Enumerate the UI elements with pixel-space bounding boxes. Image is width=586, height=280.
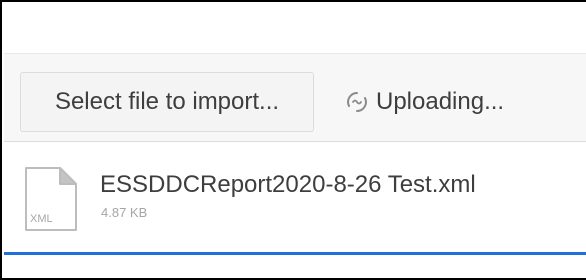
file-type-label: XML — [30, 213, 53, 225]
select-file-button-label: Select file to import... — [54, 88, 280, 115]
upload-progress-bar — [4, 252, 586, 255]
upload-toolbar: Select file to import... Uploading... — [4, 53, 586, 142]
file-list-item: XML ESSDDCReport2020-8-26 Test.xml 4.87 … — [4, 141, 586, 239]
upload-progress-fill — [4, 252, 586, 255]
upload-status: Uploading... — [344, 72, 504, 132]
upload-status-text: Uploading... — [376, 88, 505, 115]
select-file-button[interactable]: Select file to import... — [20, 72, 314, 132]
file-name: ESSDDCReport2020-8-26 Test.xml — [100, 171, 476, 198]
spinner-icon — [344, 89, 370, 115]
xml-file-icon: XML — [25, 167, 77, 231]
file-size: 4.87 KB — [101, 205, 148, 220]
upload-widget-frame: Select file to import... Uploading... XM… — [0, 0, 586, 280]
